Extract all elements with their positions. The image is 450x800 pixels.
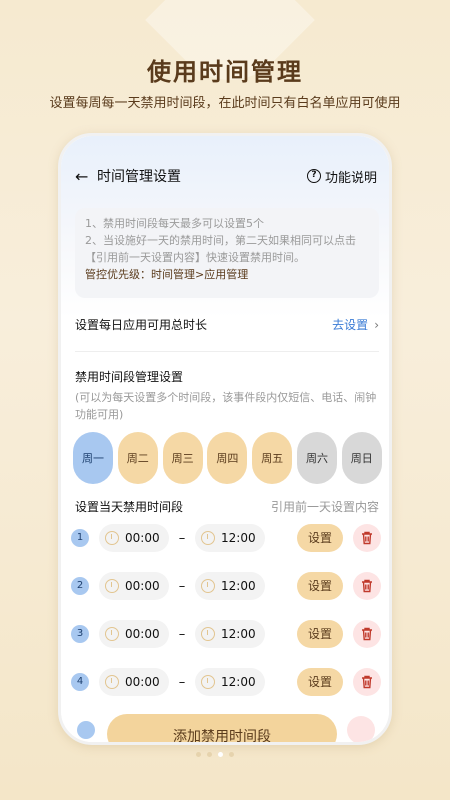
section-description: (可以为每天设置多个时间段，该事件段内仅短信、电话、闹钟功能可用) (75, 391, 377, 421)
help-label: 功能说明 (324, 170, 377, 186)
delete-button[interactable] (353, 620, 381, 648)
page-title: 时间管理设置 (97, 169, 181, 185)
start-time-picker[interactable]: 00:00 (99, 620, 169, 648)
notice-box: 1、禁用时间段每天最多可以设置5个 2、当设施好一天的禁用时间，第二天如果相同可… (75, 208, 379, 298)
day-sunday[interactable]: 周日 (341, 432, 382, 484)
back-arrow-icon[interactable]: ← (75, 167, 97, 186)
clock-icon (201, 627, 215, 641)
clock-icon (105, 531, 119, 545)
range-dash: – (178, 674, 186, 690)
time-slot-row: 4 00:00 – 12:00 设置 (71, 667, 381, 697)
go-settings-link[interactable]: 去设置 (332, 316, 368, 333)
time-slot-row: 3 00:00 – 12:00 设置 (71, 619, 381, 649)
set-button[interactable]: 设置 (297, 524, 343, 552)
page-dot (196, 752, 201, 757)
daily-total-row[interactable]: 设置每日应用可用总时长 去设置 › (75, 316, 379, 333)
end-time-picker[interactable]: 12:00 (195, 572, 265, 600)
notice-line-1: 1、禁用时间段每天最多可以设置5个 (85, 217, 264, 230)
day-thursday[interactable]: 周四 (207, 432, 248, 484)
set-button[interactable]: 设置 (297, 572, 343, 600)
page-dot-active (218, 752, 223, 757)
clock-icon (201, 675, 215, 689)
slot-number: 1 (71, 529, 89, 547)
day-tuesday[interactable]: 周二 (117, 432, 158, 484)
promo-title: 使用时间管理 (147, 57, 303, 86)
delete-button[interactable] (353, 668, 381, 696)
question-icon: ? (306, 169, 321, 183)
trash-icon (362, 531, 372, 545)
slot-number: 3 (71, 625, 89, 643)
range-dash: – (178, 626, 186, 642)
clock-icon (105, 675, 119, 689)
start-time-picker[interactable]: 00:00 (99, 572, 169, 600)
clock-icon (105, 579, 119, 593)
slots-title: 设置当天禁用时间段 (75, 500, 184, 514)
page-indicator (196, 752, 234, 757)
divider (75, 351, 379, 352)
daily-total-label: 设置每日应用可用总时长 (75, 318, 208, 332)
screen: ← 时间管理设置 ? 功能说明 1、禁用时间段每天最多可以设置5个 2、当设施好… (61, 136, 389, 742)
phone-frame: ← 时间管理设置 ? 功能说明 1、禁用时间段每天最多可以设置5个 2、当设施好… (58, 133, 392, 745)
start-time-picker[interactable]: 00:00 (99, 524, 169, 552)
delete-button[interactable] (353, 524, 381, 552)
slot-number: 4 (71, 673, 89, 691)
trash-icon (362, 675, 372, 689)
start-time: 00:00 (125, 675, 160, 689)
set-button[interactable]: 设置 (297, 668, 343, 696)
day-wednesday[interactable]: 周三 (162, 432, 203, 484)
page-dot (207, 752, 212, 757)
slots-header: 设置当天禁用时间段 引用前一天设置内容 (75, 498, 379, 515)
notice-line-2: 2、当设施好一天的禁用时间，第二天如果相同可以点击【引用前一天设置内容】快速设置… (85, 234, 356, 264)
page-dot (229, 752, 234, 757)
help-button[interactable]: ? 功能说明 (306, 167, 377, 186)
end-time-picker[interactable]: 12:00 (195, 620, 265, 648)
top-bar: ← 时间管理设置 ? 功能说明 (75, 164, 377, 188)
end-time-picker[interactable]: 12:00 (195, 668, 265, 696)
trash-icon (362, 579, 372, 593)
promo-subtitle: 设置每周每一天禁用时间段，在此时间只有白名单应用可使用 (49, 96, 401, 111)
time-slot-row: 2 00:00 – 12:00 设置 (71, 571, 381, 601)
end-time: 12:00 (221, 579, 256, 593)
clock-icon (201, 531, 215, 545)
start-time-picker[interactable]: 00:00 (99, 668, 169, 696)
range-dash: – (178, 530, 186, 546)
trash-icon (362, 627, 372, 641)
slot-number-partial (77, 721, 95, 739)
section-title: 禁用时间段管理设置 (75, 370, 184, 384)
chevron-right-icon: › (374, 317, 379, 332)
delete-button-partial[interactable] (347, 716, 375, 742)
start-time: 00:00 (125, 627, 160, 641)
slot-number: 2 (71, 577, 89, 595)
clock-icon (105, 627, 119, 641)
day-friday[interactable]: 周五 (252, 432, 293, 484)
priority-note: 管控优先级：时间管理>应用管理 (85, 268, 249, 281)
day-monday[interactable]: 周一 (73, 432, 113, 484)
time-slot-row: 1 00:00 – 12:00 设置 (71, 523, 381, 553)
weekday-selector: 周一 周二 周三 周四 周五 周六 周日 (73, 432, 387, 484)
delete-button[interactable] (353, 572, 381, 600)
end-time: 12:00 (221, 627, 256, 641)
start-time: 00:00 (125, 531, 160, 545)
reference-previous-day-button[interactable]: 引用前一天设置内容 (271, 498, 379, 515)
clock-icon (201, 579, 215, 593)
add-period-button[interactable]: 添加禁用时间段 (107, 714, 337, 742)
end-time-picker[interactable]: 12:00 (195, 524, 265, 552)
range-dash: – (178, 578, 186, 594)
end-time: 12:00 (221, 675, 256, 689)
day-saturday[interactable]: 周六 (296, 432, 337, 484)
start-time: 00:00 (125, 579, 160, 593)
set-button[interactable]: 设置 (297, 620, 343, 648)
end-time: 12:00 (221, 531, 256, 545)
